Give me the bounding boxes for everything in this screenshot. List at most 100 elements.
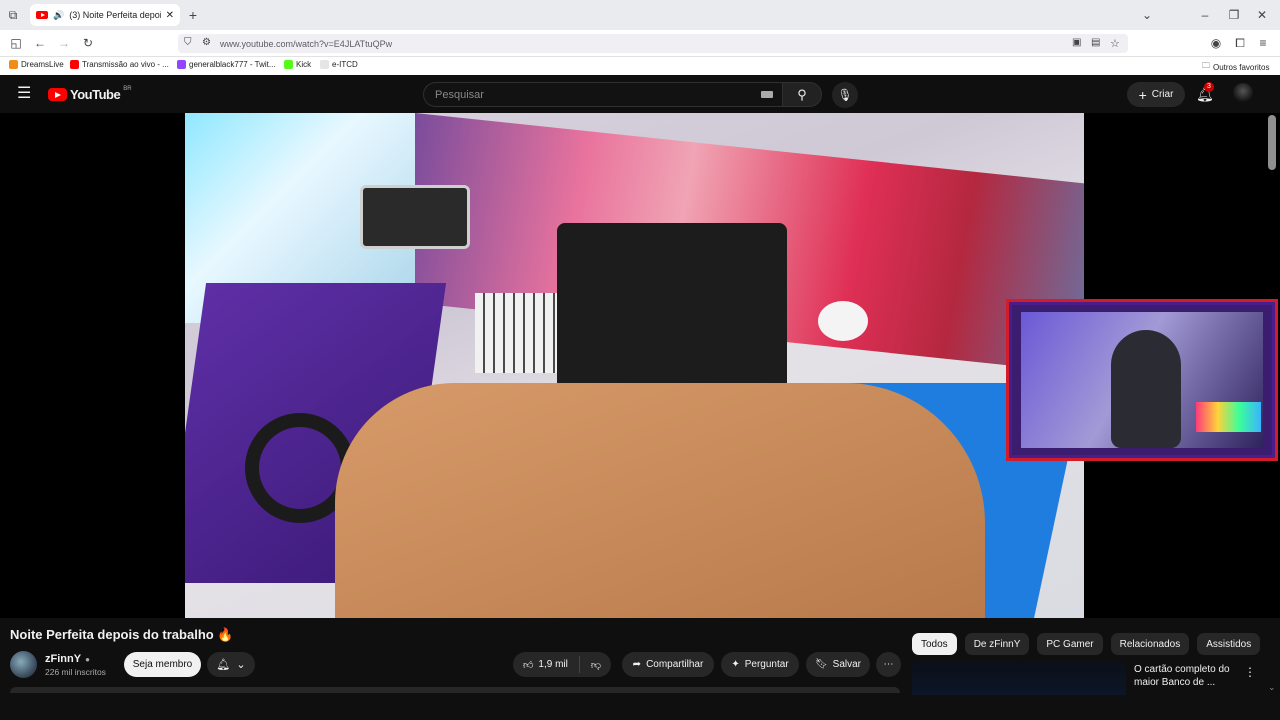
notifications-button[interactable]: 🔔︎ 3 xyxy=(1196,82,1214,103)
youtube-favicon-icon xyxy=(36,11,48,19)
extensions-icon[interactable]: ⧠ xyxy=(1233,36,1247,50)
create-button[interactable]: + Criar xyxy=(1127,82,1185,107)
guide-menu-icon[interactable]: ☰ xyxy=(17,86,31,102)
ask-label: Perguntar xyxy=(744,659,789,670)
scroll-down-icon[interactable]: ⌄ xyxy=(1268,682,1276,693)
bookmarks-bar: DreamsLive Transmissão ao vivo - ... gen… xyxy=(0,57,1280,75)
bookmark-label: generalblack777 - Twit... xyxy=(189,60,276,69)
share-button[interactable]: ➦ Compartilhar xyxy=(622,652,714,677)
search-icon: ⚲ xyxy=(797,86,807,102)
youtube-logo-text: YouTube xyxy=(70,87,121,102)
bookmark-item[interactable]: e-ITCD xyxy=(320,60,358,69)
thumbs-up-icon: 👍︎ xyxy=(522,659,534,671)
more-horizontal-icon: ⋯ xyxy=(883,659,894,670)
recommended-thumbnail[interactable] xyxy=(912,661,1126,695)
bookmark-label: DreamsLive xyxy=(21,60,64,69)
youtube-page: ☰ YouTube BR Pesquisar ⚲ 🎙 + Criar 🔔︎ 3 xyxy=(0,75,1280,720)
bookmark-favicon-icon xyxy=(177,60,186,69)
facecam-rgb-keyboard xyxy=(1196,402,1261,432)
account-icon[interactable]: ◉ xyxy=(1209,36,1223,50)
share-label: Compartilhar xyxy=(646,659,704,670)
bookmark-item[interactable]: Kick xyxy=(284,60,311,69)
pip-icon[interactable]: ▣ xyxy=(1072,37,1081,48)
region-code: BR xyxy=(123,85,132,92)
bookmark-favicon-icon xyxy=(320,60,329,69)
chip-all[interactable]: Todos xyxy=(912,633,957,655)
like-divider xyxy=(578,656,580,673)
bookmark-label: Kick xyxy=(296,60,312,69)
join-button[interactable]: Seja membro xyxy=(124,652,201,677)
menu-icon[interactable]: ≡ xyxy=(1256,36,1270,50)
video-scene-hands xyxy=(335,383,985,618)
youtube-logo[interactable]: YouTube BR xyxy=(48,85,132,102)
tab-title: (3) Noite Perfeita depois do xyxy=(69,10,160,20)
site-permissions-icon[interactable]: ⚙ xyxy=(202,37,211,48)
chip-from-channel[interactable]: De zFinnY xyxy=(964,633,1030,655)
bookmark-icon: 🔖︎ xyxy=(814,659,828,670)
reload-icon[interactable]: ↻ xyxy=(81,36,95,50)
video-scene-mouse xyxy=(818,301,868,341)
youtube-play-icon xyxy=(48,88,67,101)
notification-badge: 3 xyxy=(1204,82,1214,92)
dislike-button[interactable]: 👎︎ xyxy=(591,659,601,671)
bookmark-item[interactable]: DreamsLive xyxy=(9,60,64,69)
bookmark-favicon-icon xyxy=(70,60,79,69)
browser-tab-active[interactable]: 🔊 (3) Noite Perfeita depois do ✕ xyxy=(30,4,180,26)
search-input[interactable]: Pesquisar xyxy=(423,82,783,107)
share-icon: ➦ xyxy=(632,659,642,670)
tab-list-chevron-icon[interactable]: ⌄ xyxy=(1140,8,1154,22)
save-button[interactable]: 🔖︎ Salvar xyxy=(806,652,870,677)
verified-icon: ● xyxy=(85,654,90,664)
url-text: www.youtube.com/watch?v=E4JLATtuQPw xyxy=(220,38,393,49)
video-frame[interactable] xyxy=(185,113,1084,618)
other-bookmarks[interactable]: 🗀 Outros favoritos xyxy=(1202,60,1269,74)
subscription-bell-button[interactable]: 🔔︎ ⌄ xyxy=(207,652,255,677)
chip-watched[interactable]: Assistidos xyxy=(1197,633,1261,655)
search-placeholder: Pesquisar xyxy=(435,88,484,101)
shield-icon[interactable]: ⛉ xyxy=(184,37,192,48)
reader-icon[interactable]: ▤ xyxy=(1091,37,1100,48)
bookmark-label: Transmissão ao vivo - ... xyxy=(82,60,169,69)
forward-icon[interactable]: → xyxy=(57,36,71,50)
video-scene-phone xyxy=(360,185,470,249)
recommended-more-icon[interactable]: ⋮ xyxy=(1244,665,1256,679)
keyboard-icon[interactable] xyxy=(761,91,773,98)
tab-overview-icon[interactable]: ⧉ xyxy=(6,8,20,22)
audio-playing-icon[interactable]: 🔊 xyxy=(53,10,64,21)
folder-icon: 🗀 xyxy=(1202,61,1210,70)
ask-button[interactable]: ✦ Perguntar xyxy=(721,652,799,677)
restore-icon[interactable]: ❐ xyxy=(1227,8,1241,22)
scrollbar-thumb[interactable] xyxy=(1268,115,1276,170)
back-icon[interactable]: ← xyxy=(33,36,47,50)
browser-tab-bar: ⧉ 🔊 (3) Noite Perfeita depois do ✕ + ⌄ –… xyxy=(0,0,1280,30)
tab-close-icon[interactable]: ✕ xyxy=(166,10,174,21)
channel-name[interactable]: zFinnY ● xyxy=(45,653,90,665)
url-bar[interactable]: ⛉ ⚙ www.youtube.com/watch?v=E4JLATtuQPw … xyxy=(178,34,1128,53)
more-actions-button[interactable]: ⋯ xyxy=(876,652,901,677)
video-title: Noite Perfeita depois do trabalho 🔥 xyxy=(10,627,234,642)
bookmark-favicon-icon xyxy=(284,60,293,69)
chip-pc-gamer[interactable]: PC Gamer xyxy=(1037,633,1103,655)
video-player[interactable] xyxy=(0,113,1280,618)
voice-search-button[interactable]: 🎙 xyxy=(832,82,858,108)
account-avatar[interactable] xyxy=(1233,83,1253,103)
bookmark-label: e-ITCD xyxy=(332,60,358,69)
masthead: ☰ YouTube BR Pesquisar ⚲ 🎙 + Criar 🔔︎ 3 xyxy=(0,75,1280,113)
description-box[interactable] xyxy=(10,687,900,693)
channel-avatar[interactable] xyxy=(10,651,37,678)
sidebar-icon[interactable]: ◱ xyxy=(9,36,23,50)
minimize-icon[interactable]: – xyxy=(1198,8,1212,22)
save-label: Salvar xyxy=(832,659,862,670)
recommended-title[interactable]: O cartão completo do maior Banco de ... xyxy=(1134,663,1239,689)
create-label: Criar xyxy=(1151,89,1174,100)
bookmark-item[interactable]: Transmissão ao vivo - ... xyxy=(70,60,169,69)
new-tab-icon[interactable]: + xyxy=(186,7,200,23)
window-close-icon[interactable]: ✕ xyxy=(1255,8,1269,22)
chip-related[interactable]: Relacionados xyxy=(1110,633,1190,655)
bookmark-star-icon[interactable]: ☆ xyxy=(1110,37,1120,50)
thumbs-down-icon: 👎︎ xyxy=(590,659,602,671)
like-button[interactable]: 👍︎ 1,9 mil xyxy=(523,659,568,671)
plus-icon: + xyxy=(1138,86,1147,103)
search-button[interactable]: ⚲ xyxy=(782,82,822,107)
bookmark-item[interactable]: generalblack777 - Twit... xyxy=(177,60,276,69)
